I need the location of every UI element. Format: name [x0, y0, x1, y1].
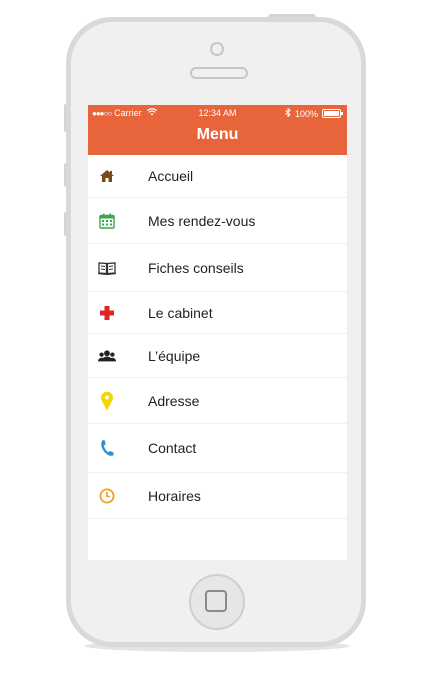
- team-icon: [98, 347, 116, 365]
- menu-item-accueil[interactable]: Accueil: [88, 155, 347, 198]
- menu-item-label: Mes rendez-vous: [148, 212, 256, 229]
- menu-item-label: Accueil: [148, 168, 194, 184]
- phone-icon: [98, 439, 116, 457]
- menu-item-label: Fiches conseils: [148, 259, 244, 276]
- menu-item-label: Adresse: [148, 392, 200, 409]
- status-bar: ●●●○○ Carrier 12:34 AM 100%: [88, 105, 347, 122]
- cross-icon: [98, 304, 116, 322]
- menu-item-equipe[interactable]: L’équipe: [88, 334, 347, 378]
- menu-item-label: Horaires: [148, 487, 201, 504]
- calendar-icon: [98, 212, 116, 230]
- home-icon: [98, 167, 116, 185]
- phone-screen: ●●●○○ Carrier 12:34 AM 100% Menu Accueil…: [88, 105, 347, 560]
- page-title: Menu: [196, 126, 239, 143]
- battery-percent: 100%: [294, 108, 318, 119]
- menu-item-label: Le cabinet: [148, 304, 213, 321]
- menu-item-fiches-conseils[interactable]: Fiches conseils: [88, 244, 347, 292]
- menu-item-horaires[interactable]: Horaires: [88, 473, 347, 519]
- front-camera: [210, 42, 224, 56]
- menu-item-rendez-vous[interactable]: Mes rendez-vous: [88, 198, 347, 244]
- bluetooth-icon: [285, 107, 291, 119]
- menu-item-label: Contact: [148, 440, 197, 456]
- menu-item-le-cabinet[interactable]: Le cabinet: [88, 292, 347, 334]
- battery-icon: [322, 109, 343, 118]
- home-button-icon: [205, 590, 227, 612]
- menu-item-contact[interactable]: Contact: [88, 424, 347, 473]
- menu-item-adresse[interactable]: Adresse: [88, 378, 347, 424]
- map-pin-icon: [98, 391, 116, 410]
- menu-item-label: L’équipe: [148, 347, 201, 364]
- navigation-bar: ●●●○○ Carrier 12:34 AM 100% Menu: [88, 105, 347, 155]
- clock-icon: [98, 487, 116, 505]
- earpiece-speaker: [190, 67, 248, 79]
- book-icon: [98, 259, 116, 277]
